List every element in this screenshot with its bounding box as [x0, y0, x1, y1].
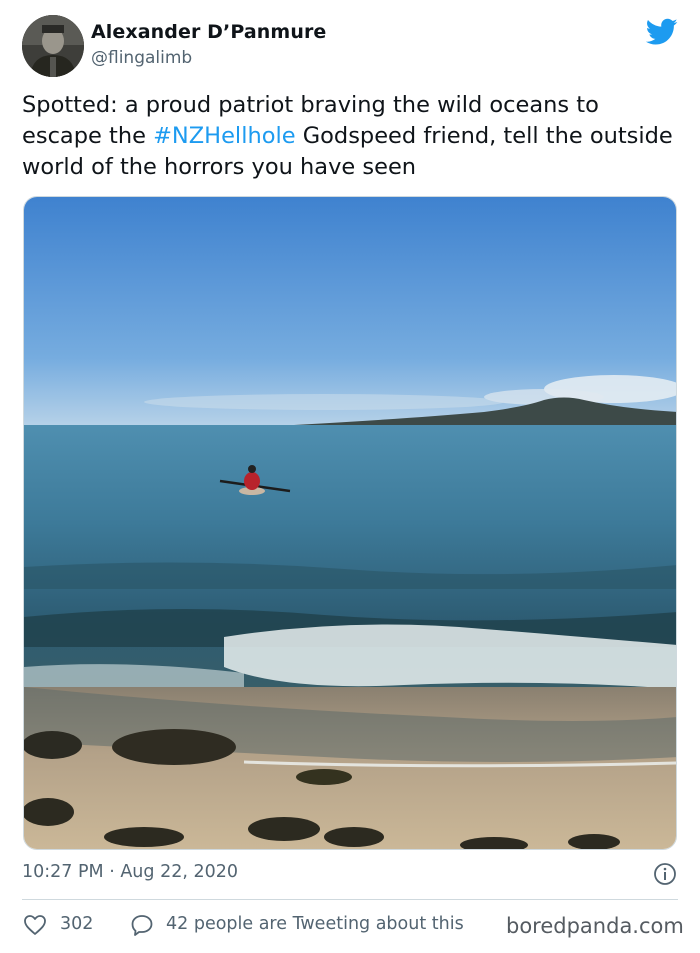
tweet-photo[interactable] — [23, 196, 677, 850]
tweeting-about-link[interactable]: 42 people are Tweeting about this — [166, 914, 464, 934]
avatar-image — [22, 15, 84, 77]
divider — [22, 899, 678, 900]
heart-icon[interactable] — [23, 914, 47, 936]
speech-bubble-icon[interactable] — [130, 914, 154, 936]
watermark: boredpanda.com — [496, 910, 690, 942]
kayak-ocean-photo — [24, 197, 676, 849]
hashtag-link[interactable]: #NZHellhole — [153, 123, 295, 149]
author-name[interactable]: Alexander D’Panmure — [91, 21, 326, 43]
like-count[interactable]: 302 — [60, 914, 93, 934]
tweet-text: Spotted: a proud patriot braving the wil… — [22, 90, 682, 183]
avatar[interactable] — [22, 15, 84, 77]
twitter-bird-icon[interactable] — [646, 18, 678, 46]
tweet-timestamp[interactable]: 10:27 PM · Aug 22, 2020 — [22, 862, 238, 882]
info-icon[interactable] — [653, 862, 677, 886]
author-handle[interactable]: @flingalimb — [91, 48, 192, 68]
